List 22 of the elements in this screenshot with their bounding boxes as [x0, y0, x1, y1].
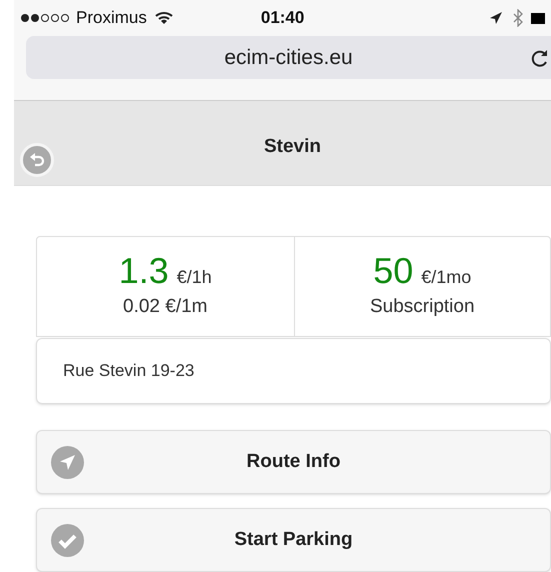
price-detail: Subscription	[370, 295, 475, 320]
address-bar[interactable]: ecim-cities.eu	[26, 36, 551, 79]
location-arrow-icon	[489, 11, 503, 25]
battery-icon	[531, 12, 545, 24]
price-unit: €/1h	[176, 266, 212, 290]
url-text: ecim-cities.eu	[224, 44, 353, 71]
action-button[interactable]: Start Parking	[36, 508, 551, 572]
clock: 01:40	[260, 7, 304, 30]
price-unit: €/1mo	[421, 266, 472, 290]
page-title: Stevin	[262, 134, 322, 159]
carrier-name: Proximus	[76, 7, 147, 30]
signal-icon	[20, 13, 72, 23]
wifi-icon	[154, 11, 173, 25]
price-amount: 50	[373, 251, 414, 292]
action-button[interactable]: Route Info	[36, 430, 551, 494]
address-text: Rue Stevin 19-23	[36, 338, 551, 404]
bluetooth-icon	[513, 9, 523, 27]
price-detail: 0.02 €/1m	[123, 295, 208, 320]
reload-icon[interactable]	[531, 48, 549, 68]
check-icon	[51, 524, 84, 557]
undo-icon	[29, 152, 45, 168]
price-amount: 1.3	[118, 251, 169, 292]
